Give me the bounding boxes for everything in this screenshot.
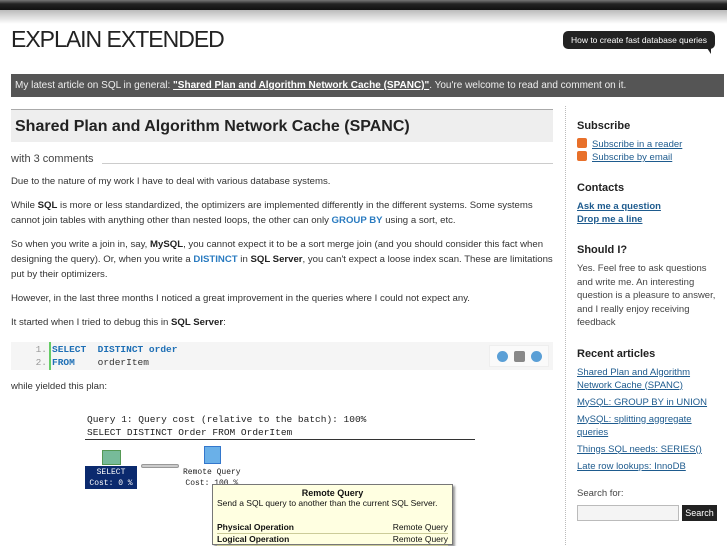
recent-article-link[interactable]: MySQL: GROUP BY in UNION [577,396,722,409]
select-node-icon [102,450,121,465]
search-input[interactable] [577,505,679,521]
subscribe-reader-link[interactable]: Subscribe in a reader [577,138,722,151]
paragraph: While SQL is more or less standardized, … [11,200,533,226]
distinct-link[interactable]: DISTINCT [193,254,237,265]
site-title[interactable]: EXPLAIN EXTENDED [11,26,225,53]
email-icon [577,151,587,161]
recent-article-link[interactable]: MySQL: splitting aggregate queries [577,413,722,439]
rss-icon [577,138,587,148]
comments-link[interactable]: with 3 comments [11,153,94,165]
help-icon[interactable] [530,350,542,362]
plan-tooltip: Remote Query Send a SQL query to another… [212,484,453,546]
post: Shared Plan and Algorithm Network Cache … [11,109,553,394]
paragraph: So when you write a join in, say, MySQL,… [11,239,553,280]
group-by-link[interactable]: GROUP BY [332,215,383,226]
code-line: SELECT DISTINCT order [52,344,178,355]
ask-question-link[interactable]: Ask me a question [577,200,722,213]
latest-article-link[interactable]: "Shared Plan and Algorithm Network Cache… [173,80,429,91]
recent-article-link[interactable]: Late row lookups: InnoDB [577,460,722,473]
top-bar [0,0,727,10]
arrow-icon [141,464,179,468]
code-line: FROM orderItem [52,357,149,368]
divider [565,106,566,545]
remote-query-icon [204,446,221,464]
tagline-bubble: How to create fast database queries [563,31,715,54]
paragraph: Due to the nature of my work I have to d… [11,176,331,187]
paragraph: It started when I tried to debug this in… [11,317,226,328]
paragraph: while yielded this plan: [11,381,107,392]
code-block: 1. 2. SELECT DISTINCT order FROM orderIt… [11,342,553,370]
recent-article-link[interactable]: Shared Plan and Algorithm Network Cache … [577,366,722,392]
post-title[interactable]: Shared Plan and Algorithm Network Cache … [11,109,553,142]
select-node: SELECT Cost: 0 % [85,466,137,489]
sidebar: Subscribe Subscribe in a reader Subscrib… [577,120,722,521]
print-icon[interactable] [513,350,525,362]
subscribe-email-link[interactable]: Subscribe by email [577,151,722,164]
latest-article-banner: My latest article on SQL in general: "Sh… [11,74,724,97]
view-source-icon[interactable] [496,350,508,362]
search-button[interactable]: Search [682,505,717,521]
paragraph: However, in the last three months I noti… [11,293,470,304]
recent-article-link[interactable]: Things SQL needs: SERIES() [577,443,722,456]
drop-line-link[interactable]: Drop me a line [577,213,722,226]
